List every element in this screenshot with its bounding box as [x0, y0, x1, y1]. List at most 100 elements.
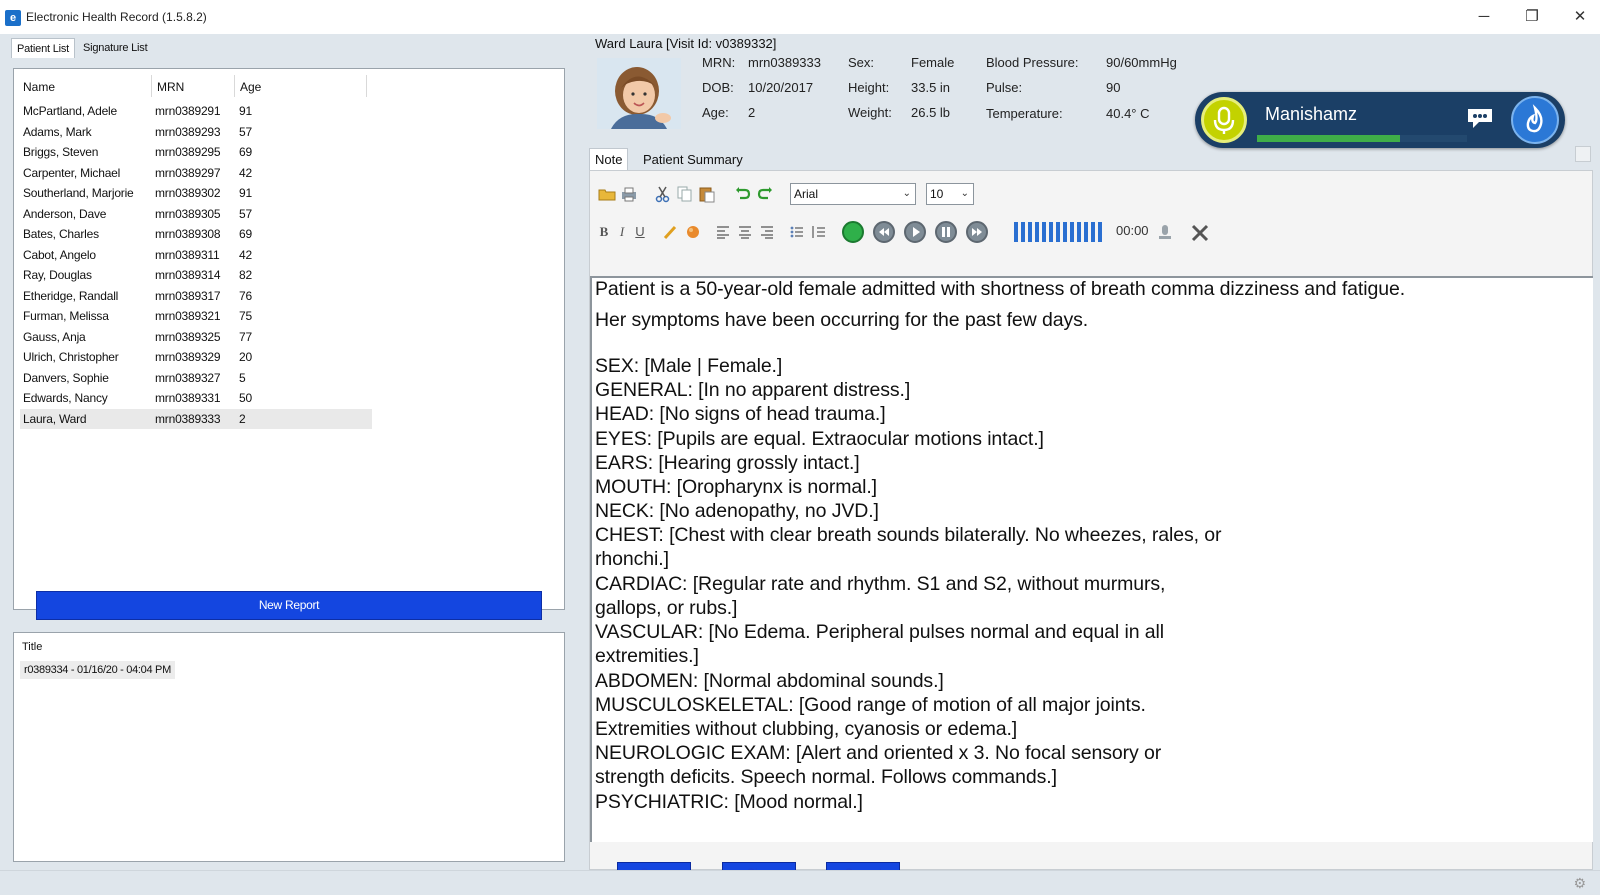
- patient-name: Briggs, Steven: [23, 145, 99, 159]
- tools-icon[interactable]: [1190, 223, 1209, 242]
- new-report-button[interactable]: New Report: [36, 591, 542, 620]
- blood-pressure-value: 90/60mmHg: [1106, 55, 1177, 70]
- tab-signature-list[interactable]: Signature List: [78, 38, 152, 58]
- bullet-list-icon[interactable]: [788, 223, 806, 241]
- play-button[interactable]: [904, 221, 926, 243]
- pause-button[interactable]: [935, 221, 957, 243]
- note-line: NECK: [No adenopathy, no JVD.]: [595, 500, 879, 522]
- level-segment: [1098, 222, 1102, 242]
- patient-row[interactable]: Anderson, Dave mrn0389305 57: [20, 204, 372, 224]
- note-line: strength deficits. Speech normal. Follow…: [595, 766, 1057, 788]
- rewind-button[interactable]: [873, 221, 895, 243]
- patient-age: 5: [239, 370, 246, 385]
- column-header-age[interactable]: Age: [240, 77, 261, 97]
- patient-row[interactable]: Carpenter, Michael mrn0389297 42: [20, 163, 372, 183]
- column-header-title[interactable]: Title: [22, 641, 42, 653]
- patient-row[interactable]: Adams, Mark mrn0389293 57: [20, 122, 372, 142]
- tab-patient-list[interactable]: Patient List: [11, 38, 76, 58]
- patient-age: 42: [239, 165, 252, 180]
- patient-row[interactable]: Edwards, Nancy mrn0389331 50: [20, 388, 372, 408]
- patient-age: 20: [239, 350, 252, 364]
- patient-row[interactable]: Etheridge, Randall mrn0389317 76: [20, 286, 372, 306]
- tab-note[interactable]: Note: [589, 148, 629, 170]
- print-icon[interactable]: [620, 185, 638, 203]
- level-segment: [1091, 222, 1095, 242]
- patient-mrn: mrn0389308: [155, 227, 221, 241]
- chevron-down-icon: ⌄: [902, 188, 911, 199]
- open-folder-icon[interactable]: [598, 185, 616, 203]
- align-left-icon[interactable]: [714, 223, 732, 241]
- patient-row[interactable]: Furman, Melissa mrn0389321 75: [20, 306, 372, 326]
- patient-row[interactable]: Gauss, Anja mrn0389325 77: [20, 327, 372, 347]
- restore-button[interactable]: ❐: [1512, 6, 1552, 28]
- level-segment: [1021, 222, 1025, 242]
- patient-heading: Ward Laura [Visit Id: v0389332]: [595, 36, 777, 51]
- gear-icon[interactable]: ⚙: [1573, 875, 1586, 892]
- fast-forward-button[interactable]: [966, 221, 988, 243]
- dob-value: 10/20/2017: [748, 80, 814, 95]
- microphone-button[interactable]: [1201, 97, 1247, 143]
- note-editor[interactable]: Patient is a 50-year-old female admitted…: [590, 276, 1593, 842]
- redo-icon[interactable]: [756, 185, 774, 203]
- numbered-list-icon[interactable]: [810, 223, 828, 241]
- font-size-select[interactable]: 10 ⌄: [926, 183, 974, 205]
- patient-mrn: mrn0389297: [155, 165, 221, 180]
- patient-row[interactable]: Cabot, Angelo mrn0389311 42: [20, 245, 372, 265]
- main-area: Patient List Signature List Name MRN Age…: [0, 34, 1600, 884]
- level-segment: [1042, 222, 1046, 242]
- recording-timer: 00:00: [1116, 223, 1149, 238]
- chat-icon[interactable]: [1465, 106, 1495, 130]
- chevron-down-icon: ⌄: [960, 188, 969, 199]
- close-button[interactable]: ✕: [1560, 6, 1600, 28]
- copy-icon[interactable]: [676, 185, 694, 203]
- cut-icon[interactable]: [654, 185, 672, 203]
- app-logo-icon: e: [5, 10, 21, 26]
- report-list-item[interactable]: r0389334 - 01/16/20 - 04:04 PM: [20, 661, 175, 679]
- sex-label: Sex:: [848, 55, 875, 70]
- font-family-value: Arial: [794, 187, 819, 201]
- column-divider[interactable]: [366, 75, 367, 97]
- mrn-value: mrn0389333: [748, 55, 821, 70]
- dictation-level-bar: [1257, 135, 1400, 142]
- microphone-settings-icon[interactable]: [1156, 223, 1174, 241]
- align-center-icon[interactable]: [736, 223, 754, 241]
- patient-row[interactable]: Bates, Charles mrn0389308 69: [20, 224, 372, 244]
- level-segment: [1014, 222, 1018, 242]
- dragon-button[interactable]: [1511, 96, 1559, 144]
- patient-name: Edwards, Nancy: [23, 391, 108, 405]
- level-segment: [1056, 222, 1060, 242]
- dictation-user-name: Manishamz: [1265, 104, 1358, 124]
- patient-row[interactable]: Danvers, Sophie mrn0389327 5: [20, 368, 372, 388]
- patient-row[interactable]: Ray, Douglas mrn0389314 82: [20, 265, 372, 285]
- italic-icon[interactable]: I: [613, 223, 631, 241]
- patient-row[interactable]: Southerland, Marjorie mrn0389302 91: [20, 183, 372, 203]
- weight-label: Weight:: [848, 105, 892, 120]
- paste-icon[interactable]: [698, 185, 716, 203]
- highlight-icon[interactable]: [662, 223, 680, 241]
- patient-age: 50: [239, 391, 252, 405]
- patient-row[interactable]: Briggs, Steven mrn0389295 69: [20, 142, 372, 162]
- color-icon[interactable]: [684, 223, 702, 241]
- patient-name: Cabot, Angelo: [23, 247, 96, 262]
- patient-row[interactable]: McPartland, Adele mrn0389291 91: [20, 101, 372, 121]
- column-divider[interactable]: [151, 75, 152, 97]
- mrn-label: MRN:: [702, 55, 736, 70]
- column-divider[interactable]: [234, 75, 235, 97]
- column-header-mrn[interactable]: MRN: [157, 77, 184, 97]
- patient-row[interactable]: Laura, Ward mrn0389333 2: [20, 408, 372, 429]
- minimize-button[interactable]: ─: [1464, 6, 1504, 28]
- patient-name: Gauss, Anja: [23, 329, 86, 344]
- patient-row[interactable]: Ulrich, Christopher mrn0389329 20: [20, 347, 372, 367]
- patient-age: 42: [239, 247, 252, 262]
- align-right-icon[interactable]: [758, 223, 776, 241]
- patient-age: 57: [239, 124, 252, 139]
- column-header-name[interactable]: Name: [23, 77, 55, 97]
- undo-icon[interactable]: [734, 185, 752, 203]
- record-button[interactable]: [842, 221, 864, 243]
- underline-icon[interactable]: U: [631, 223, 649, 241]
- tab-patient-summary[interactable]: Patient Summary: [639, 149, 747, 171]
- patient-age: 82: [239, 268, 252, 282]
- side-panel-toggle[interactable]: [1575, 146, 1591, 162]
- bold-icon[interactable]: B: [595, 223, 613, 241]
- font-family-select[interactable]: Arial ⌄: [790, 183, 916, 205]
